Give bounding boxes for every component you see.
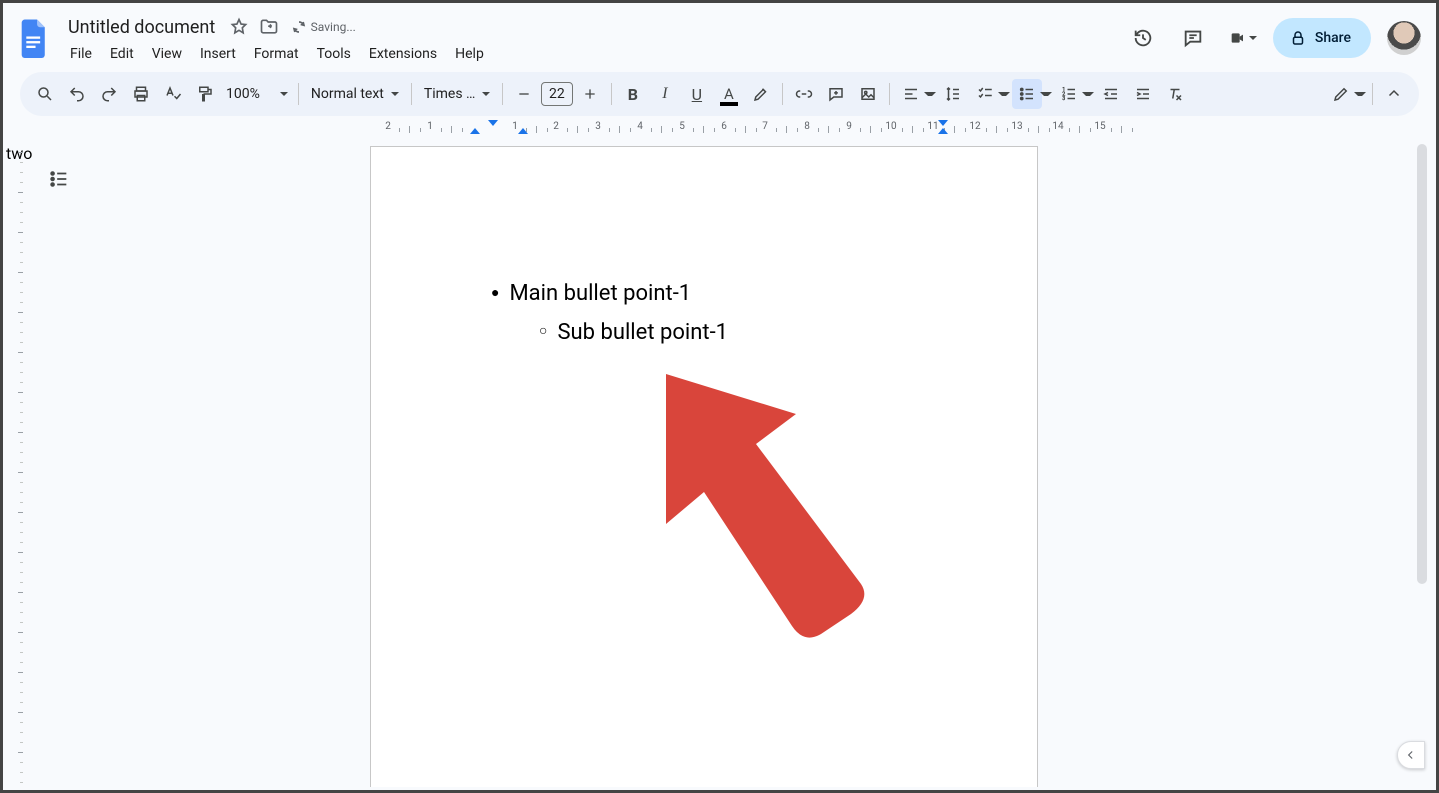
insert-link-icon[interactable]: [789, 79, 819, 109]
chevron-down-icon[interactable]: [1354, 92, 1366, 96]
app-header: Untitled document Saving... File Edit Vi…: [6, 6, 1433, 66]
svg-text:3: 3: [1062, 96, 1065, 102]
decrease-indent-icon[interactable]: [1096, 79, 1126, 109]
decrease-font-size[interactable]: [509, 79, 539, 109]
separator: [1372, 83, 1373, 105]
menu-format[interactable]: Format: [246, 42, 307, 66]
bullet-text: Main bullet point-1: [509, 277, 691, 310]
bulleted-list-icon[interactable]: [1012, 79, 1042, 109]
increase-indent-icon[interactable]: [1128, 79, 1158, 109]
zoom-selector[interactable]: 100%: [222, 86, 292, 102]
insert-image-icon[interactable]: [853, 79, 883, 109]
meet-button[interactable]: [1223, 18, 1263, 58]
increase-font-size[interactable]: [575, 79, 605, 109]
add-comment-icon[interactable]: [821, 79, 851, 109]
chevron-down-icon[interactable]: [1040, 92, 1052, 96]
highlight-icon[interactable]: [746, 79, 776, 109]
paragraph-style-selector[interactable]: Normal text: [305, 86, 405, 102]
checklist-icon[interactable]: [970, 79, 1000, 109]
list-item[interactable]: ○ Sub bullet point-1: [539, 316, 957, 349]
chevron-down-icon: [280, 92, 288, 96]
clear-formatting-icon[interactable]: [1160, 79, 1190, 109]
document-title[interactable]: Untitled document: [62, 15, 221, 40]
chevron-down-icon: [482, 92, 490, 96]
formatting-toolbar: 100% Normal text Times … B I U A: [20, 72, 1419, 116]
menu-bar: File Edit View Insert Format Tools Exten…: [62, 40, 1115, 66]
saving-status: Saving...: [323, 17, 343, 37]
undo-icon[interactable]: [62, 79, 92, 109]
underline-icon[interactable]: U: [682, 79, 712, 109]
font-family-selector[interactable]: Times …: [418, 86, 496, 102]
lock-icon: [1289, 29, 1307, 47]
editing-mode-icon[interactable]: [1326, 79, 1356, 109]
chevron-down-icon: [1249, 36, 1257, 40]
separator: [502, 83, 503, 105]
menu-help[interactable]: Help: [447, 42, 492, 66]
separator: [411, 83, 412, 105]
numbered-list-icon[interactable]: 123: [1054, 79, 1084, 109]
document-page[interactable]: ● Main bullet point-1 ○ Sub bullet point…: [370, 146, 1038, 787]
explore-side-panel-icon[interactable]: [1397, 741, 1425, 769]
separator: [298, 83, 299, 105]
separator: [889, 83, 890, 105]
chevron-down-icon[interactable]: [924, 92, 936, 96]
bullet-disc-icon: ●: [491, 277, 499, 310]
chevron-down-icon: [391, 92, 399, 96]
paint-format-icon[interactable]: [190, 79, 220, 109]
chevron-down-icon[interactable]: [1082, 92, 1094, 96]
menu-view[interactable]: View: [144, 42, 190, 66]
vertical-scrollbar[interactable]: [1417, 144, 1427, 584]
docs-logo-icon[interactable]: [14, 14, 54, 62]
share-button[interactable]: Share: [1273, 18, 1371, 58]
separator: [611, 83, 612, 105]
menu-file[interactable]: File: [62, 42, 100, 66]
bold-icon[interactable]: B: [618, 79, 648, 109]
italic-icon[interactable]: I: [650, 79, 680, 109]
separator: [782, 83, 783, 105]
horizontal-ruler[interactable]: 12345678910111213141521: [6, 120, 1433, 140]
show-outline-icon[interactable]: [44, 164, 74, 194]
document-workspace: two ● Main bullet point-1 ○ Sub bullet p…: [6, 144, 1433, 787]
line-spacing-icon[interactable]: [938, 79, 968, 109]
font-size-input[interactable]: [541, 82, 573, 106]
cloud-sync-icon[interactable]: [289, 17, 309, 37]
menu-edit[interactable]: Edit: [102, 42, 142, 66]
collapse-toolbar-icon[interactable]: [1379, 79, 1409, 109]
vertical-ruler[interactable]: [6, 144, 26, 787]
spellcheck-icon[interactable]: [158, 79, 188, 109]
bullet-text: Sub bullet point-1: [557, 316, 728, 349]
menu-tools[interactable]: Tools: [309, 42, 359, 66]
search-icon[interactable]: [30, 79, 60, 109]
history-icon[interactable]: [1123, 18, 1163, 58]
chevron-down-icon[interactable]: [998, 92, 1010, 96]
list-item[interactable]: ● Main bullet point-1: [491, 277, 957, 310]
comments-icon[interactable]: [1173, 18, 1213, 58]
text-color-icon[interactable]: A: [714, 79, 744, 109]
align-icon[interactable]: [896, 79, 926, 109]
user-avatar[interactable]: [1387, 21, 1421, 55]
move-folder-icon[interactable]: [259, 17, 279, 37]
print-icon[interactable]: [126, 79, 156, 109]
bullet-circle-icon: ○: [539, 316, 547, 349]
menu-extensions[interactable]: Extensions: [361, 42, 445, 66]
share-label: Share: [1315, 30, 1351, 46]
redo-icon[interactable]: [94, 79, 124, 109]
menu-insert[interactable]: Insert: [192, 42, 244, 66]
star-icon[interactable]: [229, 17, 249, 37]
